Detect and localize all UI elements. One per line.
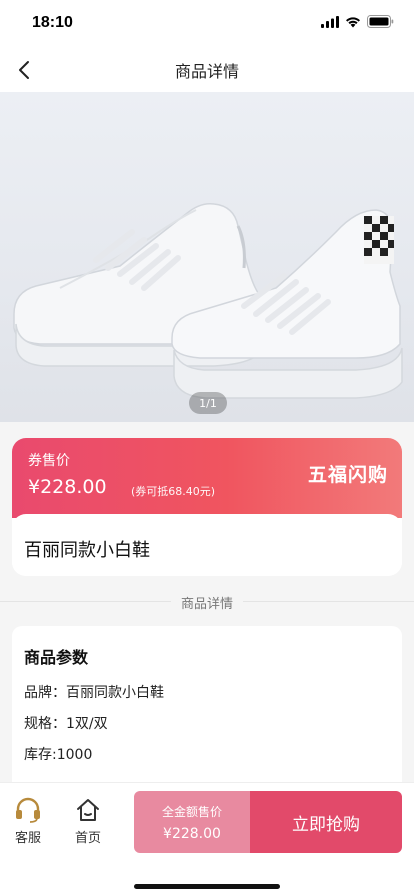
coupon-price-value: ¥228.00 bbox=[28, 476, 107, 498]
param-spec: 规格：1双/双 bbox=[24, 716, 108, 732]
product-title: 百丽同款小白鞋 bbox=[24, 540, 150, 561]
full-price-label: 全金额售价 bbox=[161, 804, 222, 819]
param-brand: 品牌：百丽同款小白鞋 bbox=[24, 685, 164, 701]
customer-service-button[interactable]: 客服 bbox=[0, 797, 56, 846]
signal-icon bbox=[321, 15, 339, 28]
coupon-deduct-text: (券可抵68.40元) bbox=[131, 485, 216, 498]
title-panel: 百丽同款小白鞋 bbox=[12, 514, 402, 576]
price-card: 券售价 ¥228.00 (券可抵68.40元) 五福闪购 百丽同款小白鞋 bbox=[12, 438, 402, 576]
image-page-indicator: 1/1 bbox=[189, 392, 227, 414]
home-button[interactable]: 首页 bbox=[60, 797, 116, 846]
status-bar: 18:10 bbox=[0, 0, 414, 48]
status-time: 18:10 bbox=[32, 14, 73, 31]
promo-brand-logo: 五福闪购 bbox=[307, 464, 388, 486]
bottom-action-bar: 客服 首页 全金额售价 ¥228.00 立即抢购 bbox=[0, 782, 414, 896]
status-icons bbox=[321, 15, 394, 28]
customer-service-label: 客服 bbox=[14, 831, 41, 846]
wifi-icon bbox=[346, 16, 360, 27]
details-divider-label: 商品详情 bbox=[170, 592, 243, 612]
sneakers-image bbox=[13, 202, 403, 399]
param-stock: 库存:1000 bbox=[24, 747, 93, 763]
chevron-left-icon bbox=[19, 61, 29, 79]
buy-now-button[interactable]: 立即抢购 bbox=[250, 791, 402, 853]
home-indicator bbox=[134, 884, 280, 889]
params-card: 商品参数 品牌：百丽同款小白鞋 规格：1双/双 库存:1000 bbox=[12, 626, 402, 806]
battery-icon bbox=[367, 15, 394, 28]
back-button[interactable] bbox=[10, 56, 38, 84]
price-banner: 券售价 ¥228.00 (券可抵68.40元) 五福闪购 bbox=[12, 438, 402, 518]
coupon-price-label: 券售价 bbox=[28, 453, 70, 469]
full-price-value: ¥228.00 bbox=[163, 825, 221, 842]
home-label: 首页 bbox=[74, 831, 101, 846]
headset-icon bbox=[16, 797, 40, 823]
details-divider: 商品详情 bbox=[0, 590, 414, 614]
product-image[interactable] bbox=[0, 92, 414, 422]
home-icon bbox=[77, 799, 99, 821]
page-title: 商品详情 bbox=[174, 62, 239, 81]
full-price-button[interactable]: 全金额售价 ¥228.00 bbox=[134, 791, 250, 853]
params-heading: 商品参数 bbox=[24, 648, 89, 667]
nav-bar: 商品详情 bbox=[0, 48, 414, 92]
